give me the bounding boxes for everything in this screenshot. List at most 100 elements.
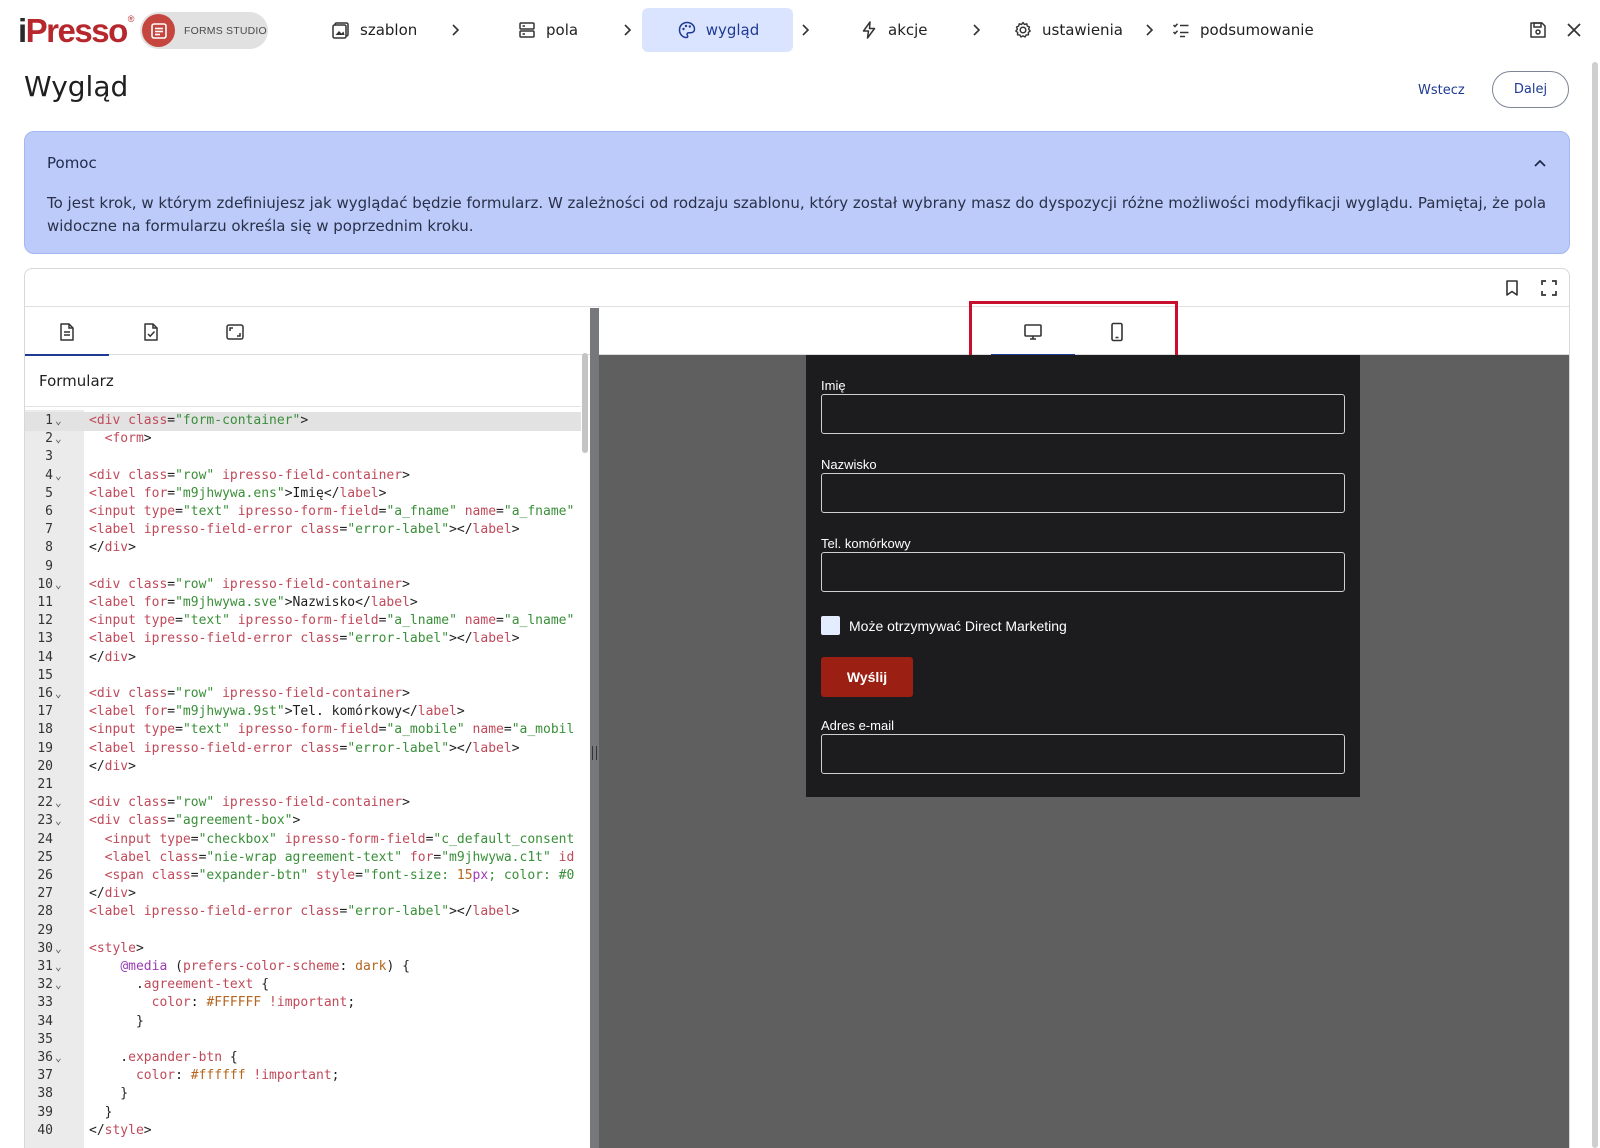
line-number: 18 — [37, 722, 53, 738]
code-line[interactable]: 26 <span class="expander-btn" style="fon… — [25, 867, 581, 886]
close-icon[interactable] — [1562, 18, 1586, 42]
code-editor[interactable]: 1 ⌄ <div class="form-container"> 2 ⌄ <form> 3… — [25, 410, 581, 1148]
fold-chevron-icon[interactable]: ⌄ — [55, 576, 67, 595]
logo-text: Presso — [25, 11, 129, 49]
fields-icon — [516, 19, 538, 41]
marketing-consent-label: Może otrzymywać Direct Marketing — [849, 618, 1067, 634]
code-text: <span class="expander-btn" style="font-s… — [104, 868, 575, 883]
code-line[interactable]: 34 } — [25, 1013, 581, 1032]
line-number: 14 — [37, 649, 53, 665]
code-line[interactable]: 33 color: #FFFFFF !important; — [25, 994, 581, 1013]
step-akcje[interactable]: akcje — [858, 8, 928, 52]
tab-desktop[interactable] — [991, 308, 1075, 356]
code-scrollbar[interactable] — [582, 353, 588, 453]
code-line[interactable]: 9 — [25, 558, 581, 577]
code-line[interactable]: 24 <input type="checkbox" ipresso-form-f… — [25, 831, 581, 850]
code-line[interactable]: 18 <input type="text" ipresso-form-field=… — [25, 721, 581, 740]
code-line[interactable]: 5 <label for="m9jhwywa.ens">Imię</label> — [25, 485, 581, 504]
line-number: 7 — [45, 522, 53, 538]
code-line[interactable]: 27 </div> — [25, 885, 581, 904]
forms-studio-icon — [142, 14, 175, 47]
step-ustawienia[interactable]: ustawienia — [1012, 8, 1123, 52]
code-line[interactable]: 38 } — [25, 1085, 581, 1104]
code-line[interactable]: 28 <label ipresso-field-error class="erro… — [25, 903, 581, 922]
step-szablon[interactable]: szablon — [330, 8, 417, 52]
code-line[interactable]: 23 ⌄ <div class="agreement-box"> — [25, 812, 581, 831]
fold-chevron-icon[interactable]: ⌄ — [55, 685, 67, 704]
code-line[interactable]: 17 <label for="m9jhwywa.9st">Tel. komórko… — [25, 703, 581, 722]
code-line[interactable]: 31 ⌄ @media (prefers-color-scheme: dark) … — [25, 958, 581, 977]
fold-chevron-icon[interactable]: ⌄ — [55, 430, 67, 449]
next-button[interactable]: Dalej — [1492, 71, 1569, 108]
code-line[interactable]: 32 ⌄ .agreement-text { — [25, 976, 581, 995]
step-wyglad[interactable]: wygląd — [642, 8, 793, 52]
code-line[interactable]: 11 <label for="m9jhwywa.sve">Nazwisko</la… — [25, 594, 581, 613]
fold-chevron-icon[interactable]: ⌄ — [55, 976, 67, 995]
code-line[interactable]: 2 ⌄ <form> — [25, 430, 581, 449]
fold-chevron-icon[interactable]: ⌄ — [55, 1049, 67, 1068]
help-title: Pomoc — [47, 154, 97, 172]
code-line[interactable]: 29 — [25, 922, 581, 941]
marketing-consent-checkbox[interactable] — [821, 616, 840, 635]
code-line[interactable]: 1 ⌄ <div class="form-container"> — [25, 412, 581, 431]
fold-chevron-icon[interactable]: ⌄ — [55, 467, 67, 486]
step-pola[interactable]: pola — [516, 8, 578, 52]
code-text: <label ipresso-field-error class="error-… — [89, 522, 520, 538]
code-line[interactable]: 16 ⌄ <div class="row" ipresso-field-contai… — [25, 685, 581, 704]
code-line[interactable]: 14 </div> — [25, 649, 581, 668]
forms-studio-label: FORMS STUDIO — [184, 24, 267, 37]
code-line[interactable]: 15 — [25, 667, 581, 686]
tab-html[interactable] — [25, 308, 109, 356]
code-text: </style> — [89, 1122, 152, 1138]
tab-validation[interactable] — [109, 308, 193, 355]
ipresso-logo: iPresso ® — [18, 10, 134, 50]
step-podsumowanie[interactable]: podsumowanie — [1170, 8, 1314, 52]
code-line[interactable]: 20 </div> — [25, 758, 581, 777]
fold-chevron-icon[interactable]: ⌄ — [55, 940, 67, 959]
bookmark-icon[interactable] — [1501, 277, 1523, 299]
code-line[interactable]: 39 } — [25, 1104, 581, 1123]
code-line[interactable]: 37 color: #ffffff !important; — [25, 1067, 581, 1086]
first-name-input[interactable] — [821, 394, 1345, 434]
chevron-up-icon[interactable] — [1529, 152, 1551, 174]
fold-chevron-icon[interactable]: ⌄ — [55, 958, 67, 977]
email-input[interactable] — [821, 734, 1345, 774]
pane-splitter[interactable] — [590, 308, 599, 1148]
code-line[interactable]: 25 <label class="nie-wrap agreement-text… — [25, 849, 581, 868]
code-line[interactable]: 30 ⌄ <style> — [25, 940, 581, 959]
line-number: 17 — [37, 704, 53, 720]
code-line[interactable]: 4 ⌄ <div class="row" ipresso-field-contain… — [25, 467, 581, 486]
code-line[interactable]: 6 <input type="text" ipresso-form-field="… — [25, 503, 581, 522]
checklist-icon — [1170, 19, 1192, 41]
code-line[interactable]: 35 — [25, 1031, 581, 1050]
code-line[interactable]: 3 — [25, 448, 581, 467]
code-line[interactable]: 12 <input type="text" ipresso-form-field=… — [25, 612, 581, 631]
last-name-input[interactable] — [821, 473, 1345, 513]
tab-mobile[interactable] — [1075, 308, 1159, 355]
code-line[interactable]: 8 </div> — [25, 539, 581, 558]
submit-button[interactable]: Wyślij — [821, 657, 913, 697]
registered-mark: ® — [127, 14, 135, 24]
code-text: <div class="row" ipresso-field-container… — [89, 576, 410, 592]
line-number: 16 — [37, 686, 53, 701]
code-line[interactable]: 13 <label ipresso-field-error class="erro… — [25, 630, 581, 649]
code-line[interactable]: 21 — [25, 776, 581, 795]
fold-chevron-icon[interactable]: ⌄ — [55, 794, 67, 813]
code-line[interactable]: 22 ⌄ <div class="row" ipresso-field-contai… — [25, 794, 581, 813]
fullscreen-icon[interactable] — [1538, 277, 1560, 299]
line-number: 10 — [37, 576, 53, 592]
save-icon[interactable] — [1526, 18, 1550, 42]
page-scrollbar[interactable] — [1592, 62, 1598, 1148]
code-text: <div class="agreement-box"> — [89, 813, 301, 829]
fold-chevron-icon[interactable]: ⌄ — [55, 412, 67, 431]
tab-size[interactable] — [193, 308, 277, 355]
code-line[interactable]: 40 </style> — [25, 1122, 581, 1141]
mobile-input[interactable] — [821, 552, 1345, 592]
resize-icon — [225, 323, 245, 341]
code-line[interactable]: 36 ⌄ .expander-btn { — [25, 1049, 581, 1068]
code-line[interactable]: 10 ⌄ <div class="row" ipresso-field-contai… — [25, 576, 581, 595]
code-line[interactable]: 7 <label ipresso-field-error class="error… — [25, 521, 581, 540]
code-line[interactable]: 19 <label ipresso-field-error class="erro… — [25, 740, 581, 759]
fold-chevron-icon[interactable]: ⌄ — [55, 812, 67, 831]
back-button[interactable]: Wstecz — [1418, 78, 1465, 102]
